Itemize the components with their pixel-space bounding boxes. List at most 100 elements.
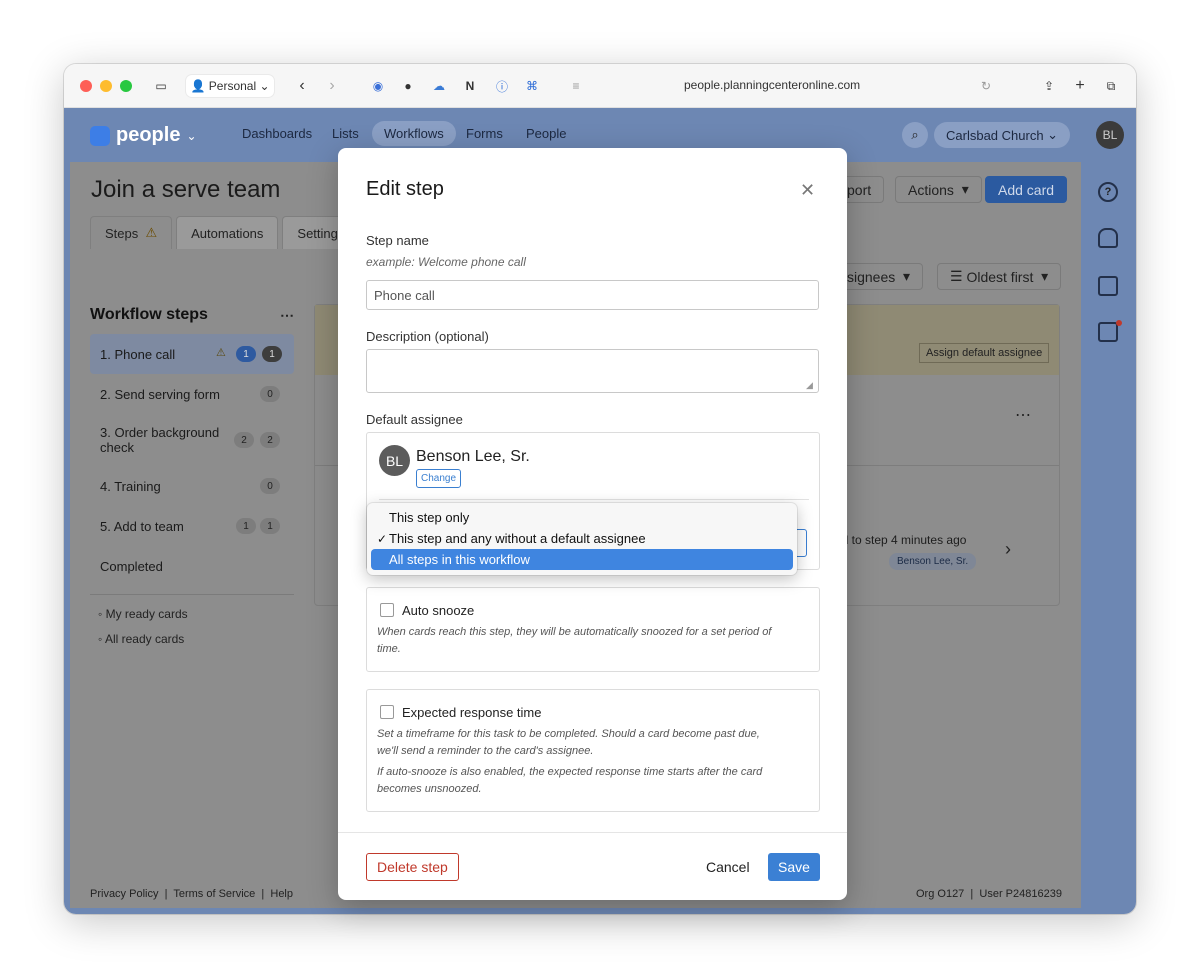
password-icon[interactable]: ⓘ: [494, 75, 510, 97]
expected-response-checkbox[interactable]: [380, 705, 394, 719]
option-all-steps[interactable]: All steps in this workflow: [371, 549, 793, 570]
step-order-background-check[interactable]: 3. Order background check 2 2: [90, 414, 294, 466]
reload-icon[interactable]: ↻: [978, 75, 994, 97]
footer-links: Privacy Policy | Terms of Service | Help: [90, 888, 293, 900]
assignee-name: Benson Lee, Sr.: [416, 448, 530, 465]
close-icon[interactable]: ✕: [800, 180, 815, 201]
add-card-button[interactable]: Add card: [985, 176, 1068, 203]
tab-automations[interactable]: Automations: [176, 216, 279, 249]
step-label: 5. Add to team: [100, 518, 184, 534]
bell-icon[interactable]: [1098, 228, 1118, 248]
help-icon[interactable]: ?: [1098, 182, 1118, 202]
people-logo-icon: [90, 125, 110, 146]
nav-people[interactable]: People: [526, 126, 566, 141]
step-label: 2. Send serving form: [100, 386, 220, 402]
nav-lists[interactable]: Lists: [332, 126, 359, 141]
zoom-window-button[interactable]: [120, 80, 132, 92]
search-icon[interactable]: ⌕: [902, 122, 928, 148]
nav-forms[interactable]: Forms: [466, 126, 503, 141]
minimize-window-button[interactable]: [100, 80, 112, 92]
profile-label: Personal: [208, 79, 257, 93]
auto-snooze-label[interactable]: Auto snooze: [402, 603, 474, 618]
clipboard-icon[interactable]: [1098, 276, 1118, 296]
description-textarea[interactable]: [366, 349, 819, 393]
auto-snooze-description: When cards reach this step, they will be…: [377, 626, 772, 655]
step-name-hint: example: Welcome phone call: [366, 255, 526, 269]
nav-dashboards[interactable]: Dashboards: [242, 126, 312, 141]
app-logo[interactable]: people ⌄: [90, 124, 197, 147]
sort-dropdown[interactable]: ☰ Oldest first ▾: [937, 263, 1062, 290]
dot-icon: ◦: [98, 607, 106, 621]
delete-step-button[interactable]: Delete step: [366, 853, 459, 881]
card-meta: ed to step 4 minutes ago: [835, 533, 967, 547]
link-label: All ready cards: [104, 632, 185, 646]
avatar[interactable]: BL: [1096, 121, 1124, 149]
chevron-right-icon[interactable]: ›: [1005, 539, 1011, 560]
actions-button[interactable]: Actions ▾: [895, 176, 982, 203]
warning-icon: ⚠: [145, 225, 158, 240]
close-window-button[interactable]: [80, 80, 92, 92]
terms-link[interactable]: Terms of Service: [173, 888, 255, 900]
address-bar[interactable]: people.planningcenteronline.com: [684, 78, 860, 92]
cloud-icon[interactable]: ☁: [430, 75, 448, 97]
extension-icon[interactable]: ◉: [370, 75, 386, 97]
cancel-button[interactable]: Cancel: [706, 859, 750, 875]
new-tab-icon[interactable]: +: [1072, 75, 1088, 97]
my-ready-cards-link[interactable]: ◦ My ready cards: [90, 607, 294, 632]
save-button[interactable]: Save: [768, 853, 820, 881]
footer-ids: Org O127 | User P24816239: [916, 888, 1062, 900]
sidebar-title: Workflow steps: [90, 306, 208, 323]
sort-icon: ☰: [950, 268, 963, 284]
more-icon[interactable]: ⋯: [280, 307, 294, 324]
ready-count-badge: 2: [234, 432, 254, 448]
church-selector[interactable]: Carlsbad Church ⌄: [934, 122, 1071, 148]
option-this-step-and-any-without[interactable]: ✓ This step and any without a default ass…: [371, 528, 793, 549]
command-icon[interactable]: ⌘: [524, 75, 540, 97]
nav-workflows[interactable]: Workflows: [372, 121, 456, 146]
step-completed[interactable]: Completed: [90, 546, 294, 586]
assignee-avatar: BL: [379, 445, 410, 476]
assignees-filter[interactable]: ssignees ▾: [834, 263, 924, 290]
assign-default-assignee-button[interactable]: Assign default assignee: [919, 343, 1050, 363]
workflow-sidebar: Workflow steps ⋯ 1. Phone call ⚠ 1 1 2. Sen…: [90, 302, 294, 657]
privacy-link[interactable]: Privacy Policy: [90, 888, 158, 900]
profile-button[interactable]: 👤 Personal ⌄: [186, 75, 274, 97]
help-link[interactable]: Help: [270, 888, 293, 900]
auto-snooze-checkbox[interactable]: [380, 603, 394, 617]
auto-snooze-box: Auto snooze When cards reach this step, …: [366, 587, 820, 672]
chat-icon[interactable]: [1098, 322, 1118, 342]
notion-icon[interactable]: N: [462, 75, 478, 97]
more-icon[interactable]: ⋯: [1015, 405, 1031, 425]
back-icon[interactable]: ‹: [294, 75, 310, 97]
sidebar-toggle-icon[interactable]: ▭: [152, 75, 170, 97]
church-label: Carlsbad Church: [946, 127, 1044, 143]
expected-response-label[interactable]: Expected response time: [402, 705, 541, 720]
extension-icon[interactable]: ●: [400, 75, 416, 97]
step-phone-call[interactable]: 1. Phone call ⚠ 1 1: [90, 334, 294, 374]
step-send-serving-form[interactable]: 2. Send serving form 0: [90, 374, 294, 414]
step-add-to-team[interactable]: 5. Add to team 1 1: [90, 506, 294, 546]
logo-text: people: [116, 124, 181, 146]
chevron-down-icon: ⌄: [186, 128, 197, 143]
option-this-step-only[interactable]: This step only: [371, 507, 793, 528]
browser-toolbar: ▭ 👤 Personal ⌄ ‹ › ◉ ● ☁ N ⓘ ⌘ ≡ people.…: [64, 64, 1136, 108]
sort-label: Oldest first: [966, 268, 1034, 285]
page-title: Join a serve team: [91, 176, 281, 203]
all-ready-cards-link[interactable]: ◦ All ready cards: [90, 632, 294, 657]
ready-count-badge: 1: [236, 346, 256, 362]
right-rail: ?: [1088, 162, 1128, 902]
divider: [379, 499, 809, 500]
resize-handle-icon[interactable]: ◢: [806, 380, 813, 391]
forward-icon[interactable]: ›: [324, 75, 340, 97]
total-count-badge: 2: [260, 432, 280, 448]
change-assignee-button[interactable]: Change: [416, 469, 462, 488]
share-icon[interactable]: ⇪: [1041, 75, 1057, 97]
tabs-overview-icon[interactable]: ⧉: [1102, 75, 1120, 97]
tab-steps[interactable]: Steps ⚠: [90, 216, 173, 249]
step-training[interactable]: 4. Training 0: [90, 466, 294, 506]
reader-icon[interactable]: ≡: [568, 75, 584, 97]
step-label: 3. Order background check: [100, 425, 220, 455]
total-count-badge: 0: [260, 478, 280, 494]
step-name-input[interactable]: Phone call: [366, 280, 819, 310]
total-count-badge: 1: [260, 518, 280, 534]
